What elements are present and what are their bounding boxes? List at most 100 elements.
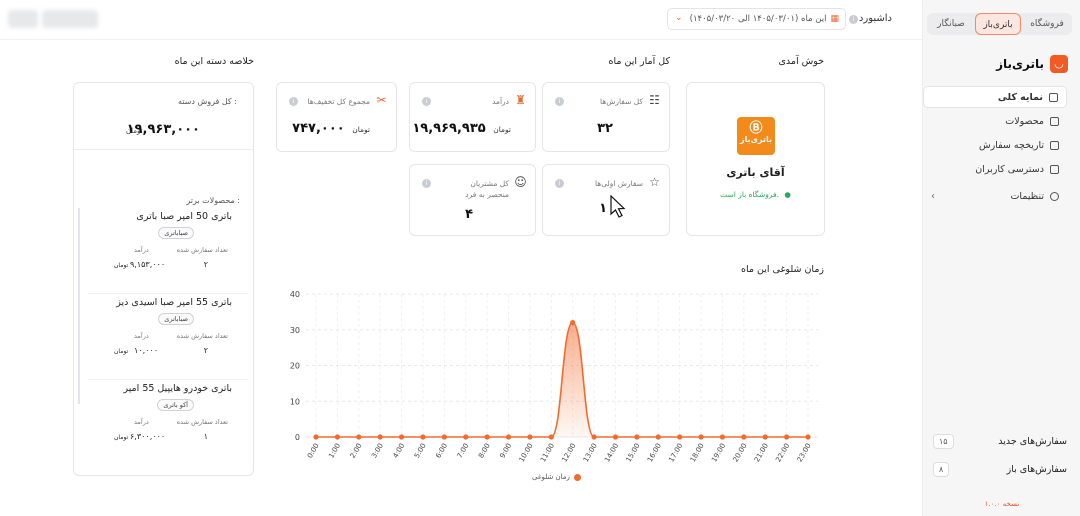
chevron-down-icon: ⌄	[675, 13, 683, 23]
order-list-icon: ☷	[649, 93, 660, 107]
stat-label: کل سفارش‌ها	[599, 97, 643, 106]
data-point	[634, 434, 640, 440]
stat-card-first-orders: ☆ سفارش اولی‌ها i ۱	[542, 164, 670, 236]
list-item[interactable]: باتری 55 آمپر صبا اسیدی ذیز صباباتری تعد…	[88, 297, 248, 380]
list-item[interactable]: باتری خودرو هایپیل 55 آمپر آکو باتری تعد…	[92, 383, 232, 453]
summary-title: خلاصه دسته این ماه	[174, 56, 254, 67]
tab-sabanegar[interactable]: صبانگار	[929, 13, 973, 35]
stat-unit: تومان	[493, 125, 511, 134]
store-logo-icon: Ⓑ	[749, 121, 763, 136]
sidebar-item-products[interactable]: محصولات	[923, 110, 1067, 132]
stat-value: ۱	[599, 201, 607, 216]
tab-batribaz[interactable]: باتری‌باز	[975, 13, 1021, 35]
stat-card-income: ♜ درآمد i تومان ۱۹,۹۶۹,۹۳۵	[409, 82, 536, 152]
info-icon[interactable]: i	[849, 15, 858, 24]
total-sales-unit: تومان	[126, 127, 143, 135]
owner-name: آقای باتری	[726, 166, 785, 179]
data-point	[612, 434, 619, 440]
product-name: باتری 50 آمپر صبا باتری	[136, 211, 232, 222]
blurred-avatar[interactable]	[8, 10, 38, 28]
sidebar-item-settings[interactable]: ‹ تنظیمات	[923, 185, 1067, 207]
product-income-unit: تومان	[114, 434, 129, 441]
store-logo: Ⓑ باتری‌باز	[737, 117, 775, 155]
total-sales-label: کل فروش دسته :	[177, 97, 237, 106]
x-tick-label: 8:00	[477, 442, 492, 460]
data-point	[805, 434, 811, 440]
sidebar-item-overview[interactable]: نمایه کلی	[923, 86, 1067, 108]
x-tick-label: 21:00	[753, 442, 770, 463]
product-income: ۶,۳۰۰,۰۰۰	[130, 432, 166, 441]
x-tick-label: 18:00	[689, 442, 706, 463]
info-icon[interactable]: i	[422, 179, 431, 188]
date-range-value: این ماه (۱۴۰۵/۰۳/۰۱ الی ۱۴۰۵/۰۳/۲۰)	[689, 14, 827, 24]
tab-store[interactable]: فروشگاه	[1023, 13, 1071, 35]
data-point	[484, 434, 490, 440]
info-icon[interactable]: i	[422, 97, 431, 106]
data-point	[570, 320, 576, 326]
sidebar-item-user-access[interactable]: دسترسی کاربران	[923, 158, 1067, 180]
x-tick-label: 11:00	[539, 442, 556, 463]
y-tick-label: 40	[290, 290, 300, 299]
info-icon[interactable]: i	[289, 97, 298, 106]
data-point	[441, 434, 447, 440]
x-tick-label: 4:00	[392, 442, 407, 460]
version-text: نسخه ۱.۰.۰	[984, 500, 1020, 508]
chart-title: زمان شلوغی این ماه	[741, 264, 824, 275]
x-tick-label: 15:00	[625, 442, 642, 463]
category-summary-panel: کل فروش دسته : ۱۹,۹۶۳,۰۰۰ تومان محصولات …	[73, 82, 254, 476]
star-icon: ☆	[649, 175, 660, 189]
y-tick-label: 0	[295, 433, 300, 442]
x-tick-label: 14:00	[603, 442, 620, 463]
sidebar-item-label: تنظیمات	[1010, 190, 1044, 202]
page-title: داشبورد	[859, 13, 892, 24]
x-tick-label: 9:00	[498, 442, 513, 460]
info-icon[interactable]: i	[555, 179, 564, 188]
x-tick-label: 1:00	[327, 442, 342, 460]
money-bag-icon: ♜	[515, 93, 526, 107]
new-orders-count: ۱۵	[933, 434, 954, 449]
new-orders-label: سفارش‌های جدید	[998, 436, 1067, 447]
x-tick-label: 7:00	[456, 442, 471, 460]
divider	[88, 379, 248, 380]
product-income: ۹,۱۵۳,۰۰۰	[130, 260, 166, 269]
data-point	[313, 434, 319, 440]
store-logo-text: باتری‌باز	[740, 135, 772, 144]
x-tick-label: 2:00	[349, 442, 364, 460]
stats-title: کل آمار این ماه	[608, 56, 670, 67]
info-icon[interactable]: i	[555, 97, 564, 106]
data-point	[377, 434, 383, 440]
sidebar-item-order-history[interactable]: تاریخچه سفارش	[923, 134, 1067, 156]
new-orders-row[interactable]: ۱۵ سفارش‌های جدید	[933, 434, 1067, 449]
sidebar: صبانگار باتری‌باز فروشگاه باتری‌باز ◡ نم…	[922, 0, 1080, 516]
discount-ticket-icon: ✂	[376, 93, 387, 107]
list-item[interactable]: باتری 50 آمپر صبا باتری صباباتری تعداد س…	[88, 211, 248, 294]
x-tick-label: 0:00	[306, 442, 321, 460]
stat-value: تومان ۱۹,۹۶۹,۹۳۵	[412, 121, 511, 136]
data-point	[719, 434, 726, 440]
store-tabs: صبانگار باتری‌باز فروشگاه	[927, 13, 1072, 35]
chart-legend[interactable]: زمان شلوغی	[532, 473, 581, 481]
data-point	[698, 434, 704, 440]
scroll-track[interactable]	[78, 208, 80, 404]
brand[interactable]: باتری‌باز ◡	[996, 55, 1068, 73]
col-count-header: تعداد سفارش شده	[176, 246, 228, 254]
open-orders-row[interactable]: ۸ سفارش‌های باز	[933, 462, 1067, 477]
store-status: فروشگاه باز است. ●	[687, 190, 824, 199]
data-point	[784, 434, 790, 440]
box-icon	[1050, 116, 1059, 126]
x-tick-label: 20:00	[732, 442, 749, 463]
x-tick-label: 16:00	[646, 442, 663, 463]
sidebar-item-label: تاریخچه سفارش	[979, 139, 1044, 151]
date-range-select[interactable]: ⌄ این ماه (۱۴۰۵/۰۳/۰۱ الی ۱۴۰۵/۰۳/۲۰) ▦	[667, 8, 846, 30]
x-tick-label: 13:00	[582, 442, 599, 463]
divider	[74, 149, 253, 150]
blurred-user-name	[42, 10, 98, 28]
stat-value: ۴	[465, 207, 473, 222]
product-income-unit: تومان	[114, 262, 129, 269]
legend-swatch	[573, 473, 581, 481]
col-count-header: تعداد سفارش شده	[176, 332, 228, 340]
x-tick-label: 22:00	[774, 442, 791, 463]
brand-name: باتری‌باز	[996, 57, 1044, 71]
x-tick-label: 17:00	[667, 442, 684, 463]
sidebar-item-label: محصولات	[1005, 115, 1044, 127]
